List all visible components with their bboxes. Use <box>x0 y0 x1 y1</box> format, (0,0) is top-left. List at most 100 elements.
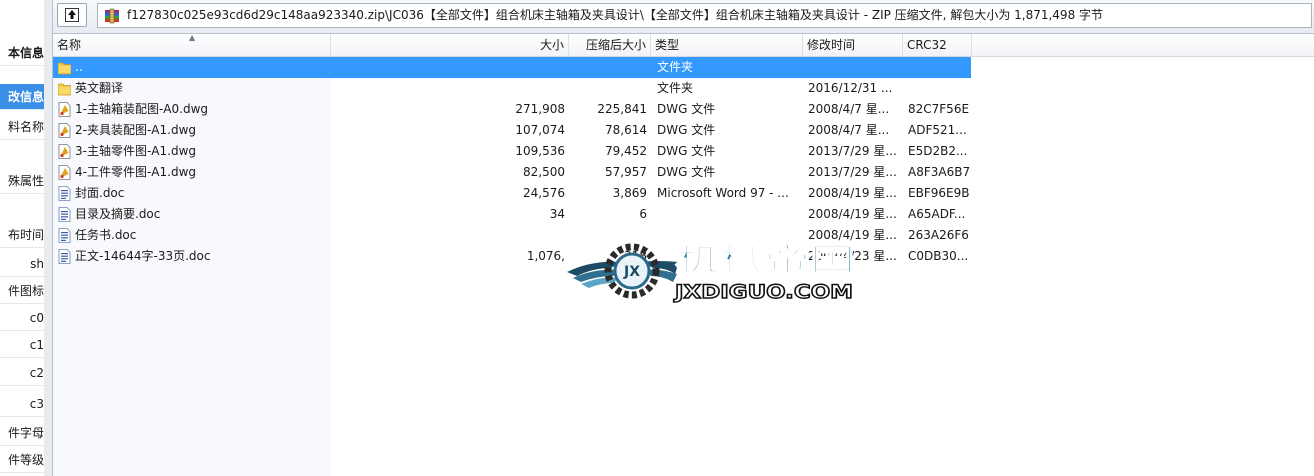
side-field-item[interactable]: c3 <box>0 391 44 417</box>
column-header-name[interactable]: 名称 ▲ <box>53 33 331 56</box>
table-row[interactable]: 正文-14644字-33页.doc 1,076, 318 2008/4/23 星...… <box>53 246 971 267</box>
panel-splitter[interactable] <box>44 0 53 476</box>
up-folder-button[interactable] <box>57 3 87 27</box>
side-field-label: c3 <box>29 397 44 411</box>
file-name-cell: 封面.doc <box>75 186 125 200</box>
file-crc-cell: EBF96E9B <box>908 186 970 200</box>
file-size-cell: 82,500 <box>523 165 565 179</box>
file-mtime-cell: 2008/4/19 星... <box>808 207 897 221</box>
file-crc-cell: A8F3A6B7 <box>908 165 970 179</box>
wing-shape <box>573 269 621 282</box>
file-name-cell: 1-主轴箱装配图-A0.dwg <box>75 102 209 116</box>
side-field-label: 殊属性 <box>7 174 44 188</box>
file-packed-cell: 57,957 <box>605 165 647 179</box>
side-field-item[interactable]: 料名称 <box>0 114 44 140</box>
file-type-cell <box>657 204 803 225</box>
file-packed-cell <box>569 78 647 99</box>
doc-file-icon <box>58 207 71 222</box>
side-field-item[interactable]: 布时间 <box>0 222 44 248</box>
file-crc-cell: C0DB30... <box>908 249 969 263</box>
doc-file-icon <box>58 186 71 201</box>
file-name-cell: 2-夹具装配图-A1.dwg <box>75 123 197 137</box>
file-name-cell: 英文翻译 <box>75 81 124 95</box>
file-name-cell: 4-工件零件图-A1.dwg <box>75 165 197 179</box>
side-field-item[interactable]: 件等级 <box>0 447 44 473</box>
file-size-cell: 24,576 <box>523 186 565 200</box>
column-header-mtime-label: 修改时间 <box>807 38 856 52</box>
file-type-cell: 文件夹 <box>657 81 694 95</box>
arrow-up-icon <box>65 8 79 22</box>
column-header-type-label: 类型 <box>655 38 680 52</box>
side-field-label: 本信息 <box>7 46 44 60</box>
side-field-item[interactable]: 件图标 <box>0 278 44 304</box>
file-mtime-cell: 2008/4/23 星... <box>808 249 897 263</box>
table-row[interactable]: 2-夹具装配图-A1.dwg 107,074 78,614 DWG 文件 2008/4/… <box>53 120 971 141</box>
file-packed-cell: 6 <box>639 207 647 221</box>
file-mtime-cell <box>808 57 903 78</box>
path-bar[interactable]: f127830c025e93cd6d29c148aa923340.zip\JC0… <box>97 3 1312 28</box>
side-field-label: 件字母 <box>7 426 44 440</box>
watermark-url: JXDIGUO.COM <box>673 281 853 303</box>
table-row[interactable]: 英文翻译 文件夹 2016/12/31 ... <box>53 78 971 99</box>
dwg-file-icon <box>58 102 71 117</box>
file-type-cell: DWG 文件 <box>657 123 716 137</box>
up-folder-icon <box>58 62 71 75</box>
file-name-cell: 目录及摘要.doc <box>75 207 161 221</box>
side-field-label: c2 <box>29 366 44 380</box>
side-field-label: 件图标 <box>7 284 44 298</box>
table-row[interactable]: 4-工件零件图-A1.dwg 82,500 57,957 DWG 文件 2013/7/2… <box>53 162 971 183</box>
column-header-mtime[interactable]: 修改时间 <box>803 34 903 56</box>
file-size-cell: 34 <box>549 207 565 221</box>
address-toolbar: f127830c025e93cd6d29c148aa923340.zip\JC0… <box>53 0 1314 34</box>
file-crc-cell: A65ADF... <box>908 207 966 221</box>
file-packed-cell: 225,841 <box>597 102 647 116</box>
side-field-label: 布时间 <box>7 228 44 242</box>
file-size-cell <box>331 225 565 246</box>
column-header-packed[interactable]: 压缩后大小 <box>569 34 651 56</box>
file-packed-cell: 318 <box>624 249 647 263</box>
side-field-item[interactable]: c2 <box>0 360 44 386</box>
side-field-item[interactable]: c0 <box>0 305 44 331</box>
side-field-label: c1 <box>29 338 44 352</box>
column-header-size[interactable]: 大小 <box>331 34 569 56</box>
folder-icon <box>58 83 71 96</box>
file-size-cell: 109,536 <box>515 144 565 158</box>
sort-ascending-icon: ▲ <box>189 33 196 42</box>
side-field-item[interactable]: 件字母 <box>0 420 44 446</box>
table-row[interactable]: 3-主轴零件图-A1.dwg 109,536 79,452 DWG 文件 2013/7/… <box>53 141 971 162</box>
side-field-label: sh <box>30 257 44 271</box>
table-row[interactable]: 任务书.doc 2008/4/19 星... 263A26F6 <box>53 225 971 246</box>
file-packed-cell: 78,614 <box>605 123 647 137</box>
wing-shape <box>643 269 677 282</box>
file-crc-cell <box>908 57 970 78</box>
file-list: 名称 ▲ 大小 压缩后大小 类型 修改时间 CRC32 .. 文件夹英文翻译 文件夹… <box>53 33 1314 476</box>
side-field-label: c0 <box>29 311 44 325</box>
archive-icon <box>105 8 119 24</box>
side-field-item[interactable]: 本信息 <box>0 40 44 66</box>
column-header-type[interactable]: 类型 <box>651 34 803 56</box>
side-field-item[interactable]: 殊属性 <box>0 168 44 194</box>
side-field-item[interactable]: c1 <box>0 332 44 358</box>
table-row[interactable]: 封面.doc 24,576 3,869 Microsoft Word 97 - ...… <box>53 183 971 204</box>
doc-file-icon <box>58 228 71 243</box>
column-header-name-label: 名称 <box>57 38 82 52</box>
table-row[interactable]: 目录及摘要.doc 34 6 2008/4/19 星... A65ADF... <box>53 204 971 225</box>
file-mtime-cell: 2008/4/7 星... <box>808 123 890 137</box>
file-crc-cell <box>908 78 970 99</box>
file-type-cell: DWG 文件 <box>657 165 716 179</box>
file-size-cell: 1,076, <box>526 249 565 263</box>
column-header-crc[interactable]: CRC32 <box>903 34 972 56</box>
table-row[interactable]: .. 文件夹 <box>53 57 971 78</box>
side-field-item[interactable]: sh <box>0 251 44 277</box>
column-header-size-label: 大小 <box>539 38 564 52</box>
column-header-crc-label: CRC32 <box>907 38 947 52</box>
table-row[interactable]: 1-主轴箱装配图-A0.dwg 271,908 225,841 DWG 文件 2008/… <box>53 99 971 120</box>
file-packed-cell: 3,869 <box>612 186 647 200</box>
file-type-cell <box>657 246 803 267</box>
file-name-cell: 正文-14644字-33页.doc <box>75 249 211 263</box>
side-field-item[interactable]: 改信息 <box>0 84 44 110</box>
file-name-cell: 3-主轴零件图-A1.dwg <box>75 144 197 158</box>
file-size-cell: 271,908 <box>515 102 565 116</box>
file-size-cell: 107,074 <box>515 123 565 137</box>
file-crc-cell: E5D2B2... <box>908 144 968 158</box>
